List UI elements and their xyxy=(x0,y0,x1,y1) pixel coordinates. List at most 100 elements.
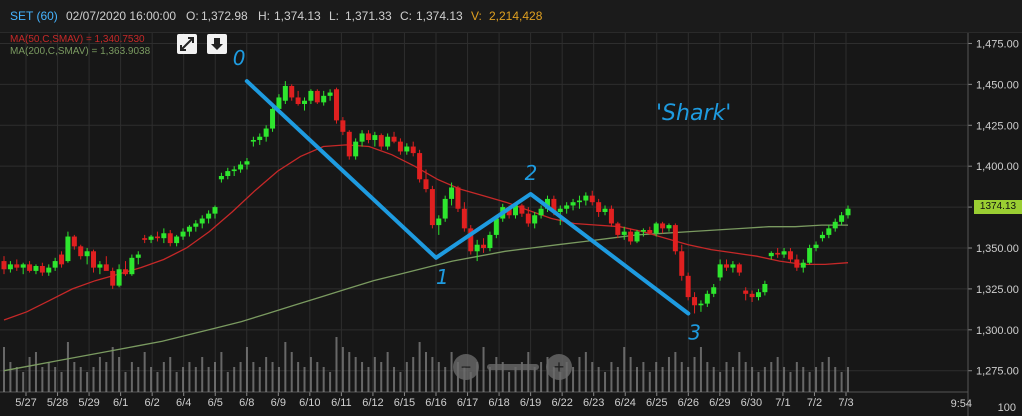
volume-bar xyxy=(604,372,607,392)
volume-bar xyxy=(175,372,178,392)
volume-bar xyxy=(847,367,849,392)
last-price-tag: 1374.13 xyxy=(974,200,1022,214)
y-tick-label: 1,475.00 xyxy=(976,38,1019,50)
volume-bar xyxy=(169,357,172,392)
candle-body xyxy=(321,95,327,103)
volume-bar xyxy=(412,357,415,392)
volume-bar xyxy=(508,372,511,392)
volume-bar xyxy=(680,362,683,392)
x-tick-label: 6/16 xyxy=(425,397,446,409)
minus-icon: − xyxy=(460,357,472,377)
volume-bar xyxy=(297,362,300,392)
volume-value: 2,214,428 xyxy=(489,9,543,23)
volume-bar xyxy=(111,347,114,392)
volume-bar xyxy=(220,352,223,392)
candle-body xyxy=(263,128,269,137)
volume-bar xyxy=(290,352,293,392)
volume-bar xyxy=(584,352,587,392)
candle-body xyxy=(378,135,384,147)
x-tick-label: 6/18 xyxy=(488,397,509,409)
volume-bar xyxy=(322,367,325,392)
volume-bar xyxy=(137,367,140,392)
volume-bar xyxy=(309,357,312,392)
volume-bar xyxy=(41,367,44,392)
volume-bar xyxy=(744,362,747,392)
x-tick-label: 6/10 xyxy=(299,397,320,409)
volume-bar xyxy=(636,367,638,392)
volume-label: V: xyxy=(471,9,482,23)
volume-bar xyxy=(277,367,280,392)
volume-bar xyxy=(3,347,5,392)
candle-body xyxy=(180,231,186,237)
candle-body xyxy=(672,225,678,252)
candle-body xyxy=(813,244,819,248)
candle-body xyxy=(174,236,180,244)
candle-body xyxy=(244,161,250,165)
candle-body xyxy=(308,90,314,101)
volume-bar xyxy=(316,362,319,392)
download-button[interactable] xyxy=(207,34,227,54)
volume-bar xyxy=(533,367,536,392)
volume-bar xyxy=(840,372,843,392)
volume-bar xyxy=(361,362,364,392)
candle-body xyxy=(423,179,429,190)
x-tick-label: 6/1 xyxy=(113,397,128,409)
x-tick-label: 6/15 xyxy=(394,397,415,409)
volume-bar xyxy=(380,362,383,392)
y-tick-label: 1,275.00 xyxy=(976,366,1019,378)
candle-body xyxy=(666,225,672,229)
volume-bar xyxy=(265,357,268,392)
candle-body xyxy=(14,264,20,268)
volume-bar xyxy=(629,357,632,392)
volume-bar xyxy=(578,357,581,392)
volume-bar xyxy=(815,367,818,392)
candle-body xyxy=(621,231,627,235)
candle-body xyxy=(717,264,723,278)
volume-axis-label: 100 xyxy=(997,402,1016,414)
candle-body xyxy=(314,90,320,103)
candle-body xyxy=(154,236,160,239)
volume-bar xyxy=(150,367,153,392)
volume-bar xyxy=(610,362,613,392)
volume-bar xyxy=(437,362,440,392)
ma50-legend: MA(50,C,SMAV) = 1,340.7530 xyxy=(10,34,145,45)
candle-body xyxy=(660,223,666,229)
candle-body xyxy=(481,244,487,248)
candle-body xyxy=(39,266,45,273)
candle-body xyxy=(640,230,646,232)
volume-bar xyxy=(776,357,779,392)
candle-body xyxy=(557,208,563,212)
candle-body xyxy=(33,266,39,271)
candle-body xyxy=(59,254,65,265)
time-display: 9:54 xyxy=(950,398,972,410)
close-label: C: xyxy=(400,9,412,23)
candle-body xyxy=(385,136,391,147)
volume-bar xyxy=(712,367,715,392)
candle-body xyxy=(794,259,800,268)
zoom-out-button[interactable]: − xyxy=(453,354,479,380)
expand-button[interactable] xyxy=(177,34,197,54)
pattern-point-label: 2 xyxy=(525,161,538,185)
candle-body xyxy=(519,205,525,214)
close-value: 1,374.13 xyxy=(416,9,463,23)
volume-bar xyxy=(687,367,690,392)
volume-bar xyxy=(540,362,543,392)
candle-body xyxy=(78,246,84,257)
volume-bar xyxy=(92,367,95,392)
x-tick-label: 6/5 xyxy=(208,397,223,409)
volume-bar xyxy=(201,357,204,392)
candle-body xyxy=(762,284,768,293)
candle-body xyxy=(583,195,589,201)
volume-bar xyxy=(770,362,773,392)
zoom-in-button[interactable]: + xyxy=(546,354,572,380)
candle-body xyxy=(340,120,346,132)
volume-bar xyxy=(393,367,396,392)
volume-bar xyxy=(118,357,121,392)
candle-body xyxy=(167,233,173,244)
low-value: 1,371.33 xyxy=(345,9,392,23)
symbol-label[interactable]: SET (60) xyxy=(10,9,58,23)
price-chart: 1,275.001,300.001,325.001,350.001,375.00… xyxy=(0,0,1022,416)
volume-bar xyxy=(450,352,453,392)
scroll-handle[interactable] xyxy=(487,364,539,370)
x-tick-label: 5/28 xyxy=(47,397,68,409)
